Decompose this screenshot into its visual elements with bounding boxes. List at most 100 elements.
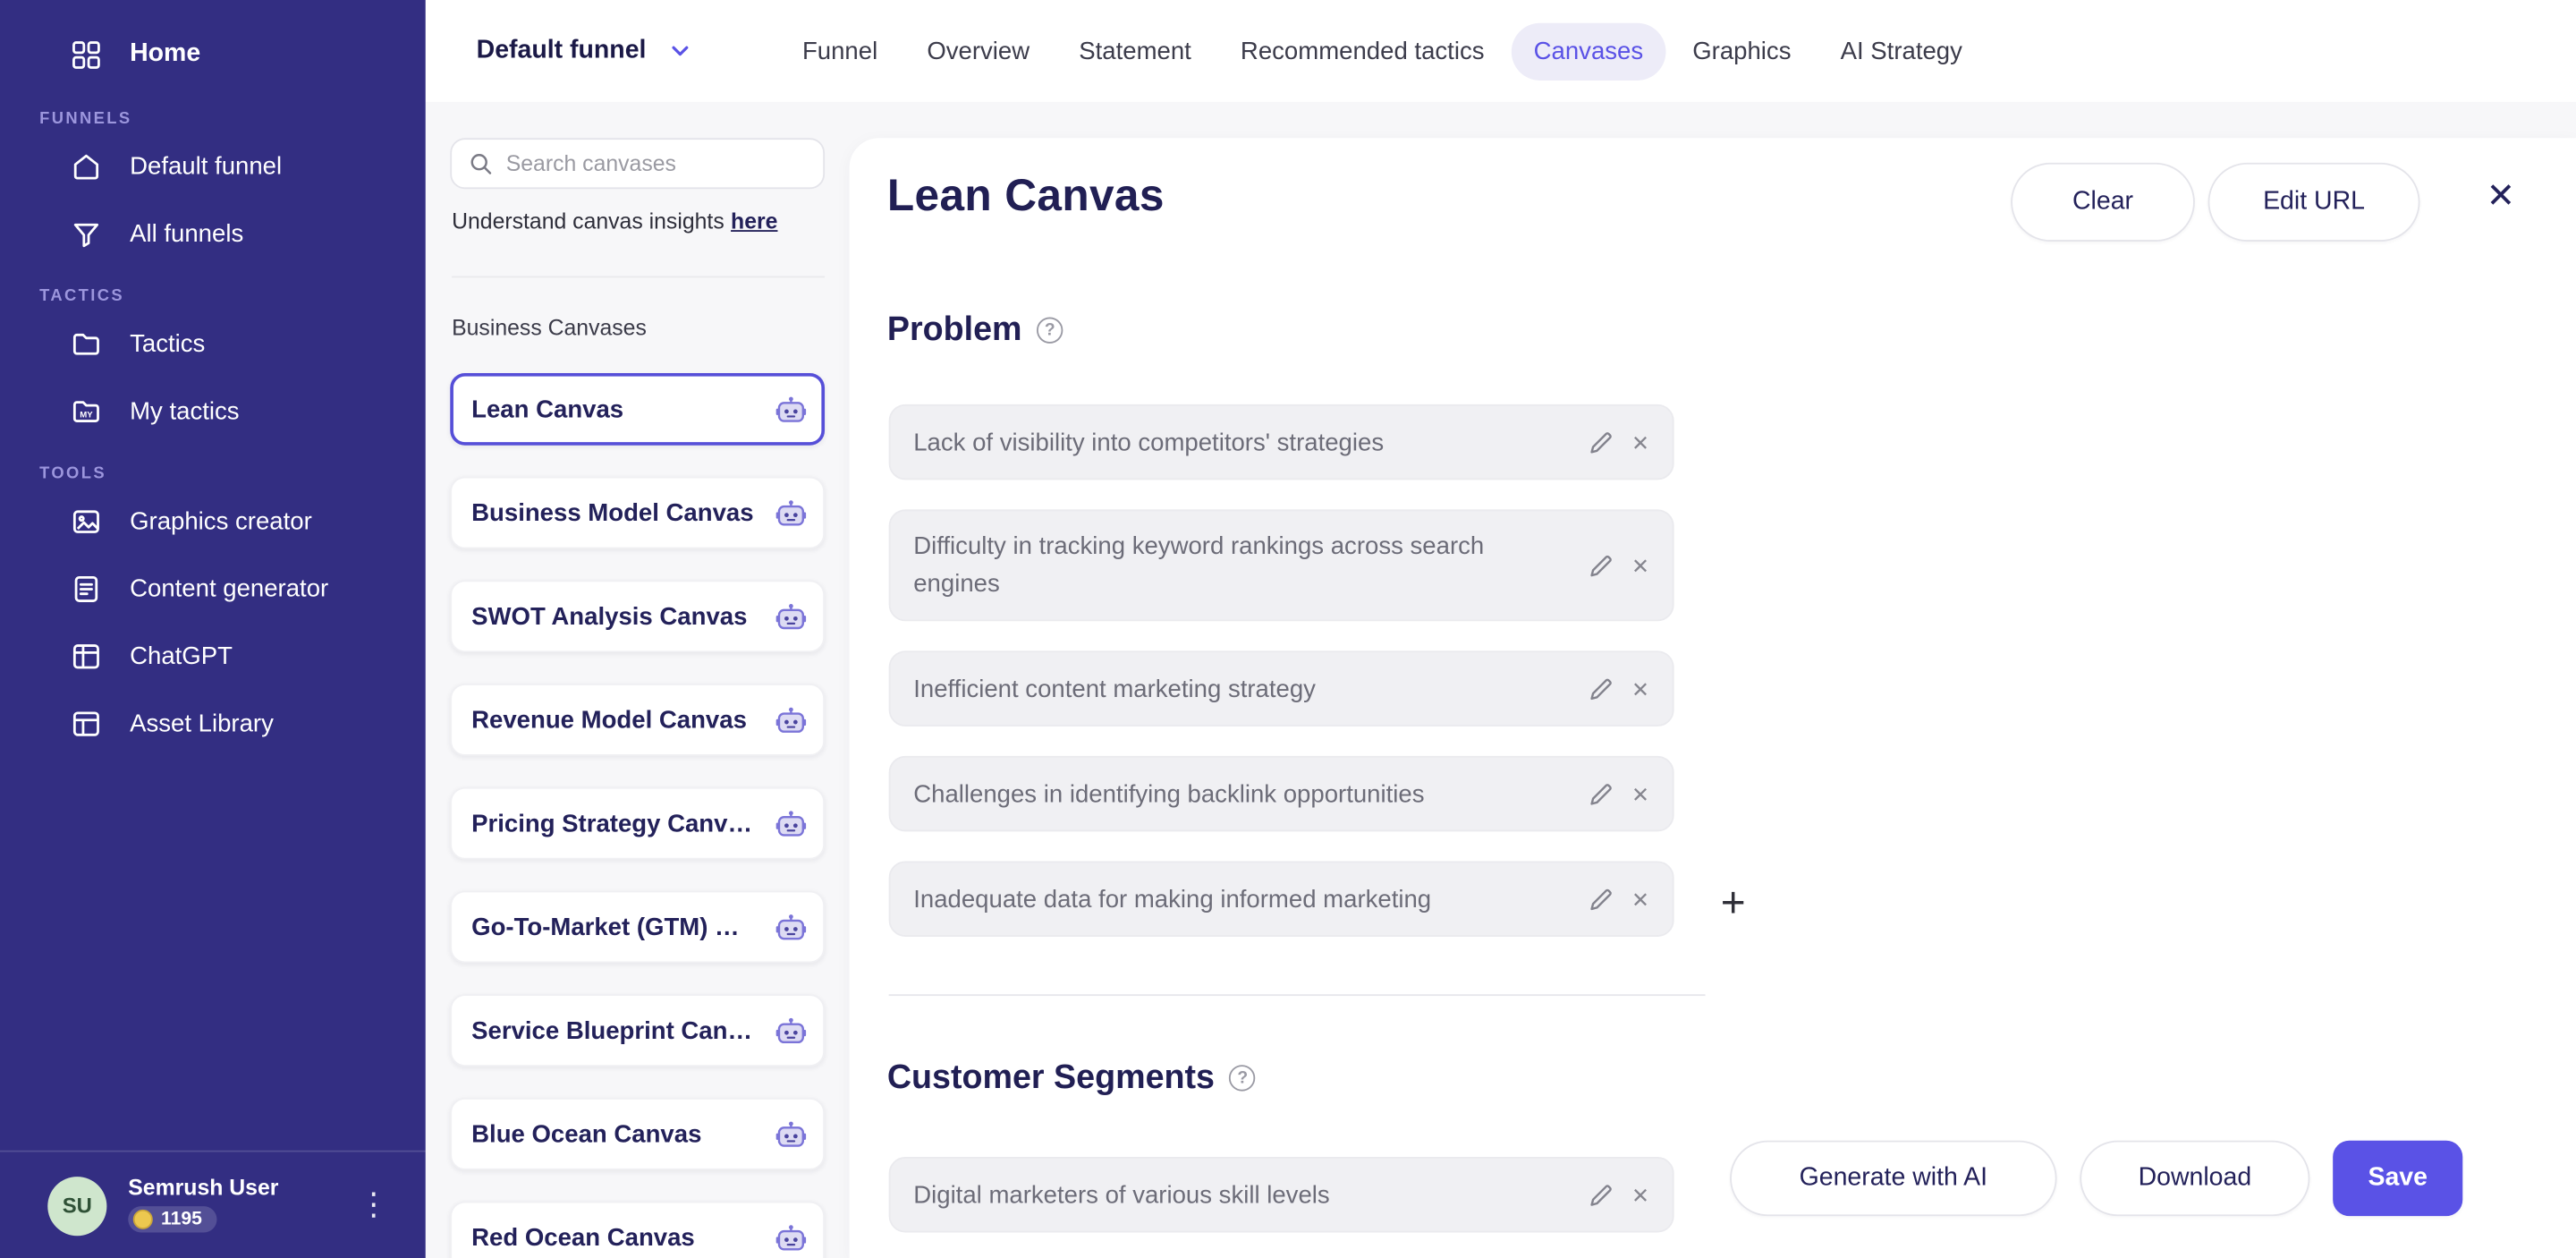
ai-robot-icon — [775, 706, 807, 734]
panel-actions: Generate with AI Download Save — [1730, 1140, 2463, 1217]
main-nav: Funnel Overview Statement Recommended ta… — [779, 21, 1986, 81]
canvas-entry-row: Challenges in identifying backlink oppor… — [888, 755, 1674, 832]
help-icon[interactable]: ? — [1229, 1065, 1256, 1092]
tab-recommended-tactics[interactable]: Recommended tactics — [1217, 22, 1507, 80]
more-options-icon[interactable]: ⋮ — [358, 1190, 389, 1221]
sidebar-item-home[interactable]: Home — [0, 18, 426, 90]
entry-text: Digital marketers of various skill level… — [913, 1180, 1330, 1209]
canvas-item-swot-analysis-canvas[interactable]: SWOT Analysis Canvas — [450, 580, 826, 653]
problem-items: Lack of visibility into competitors' str… — [888, 404, 1674, 966]
tab-canvases[interactable]: Canvases — [1510, 21, 1666, 81]
entry-text: Inadequate data for making informed mark… — [913, 885, 1432, 914]
sidebar-item-my-tactics[interactable]: MY My tactics — [0, 378, 426, 445]
insights-link[interactable]: here — [731, 208, 777, 234]
sidebar-item-content-generator[interactable]: Content generator — [0, 556, 426, 623]
remove-icon[interactable]: ✕ — [1631, 678, 1649, 700]
generate-with-ai-button[interactable]: Generate with AI — [1730, 1140, 2057, 1217]
remove-icon[interactable]: ✕ — [1631, 431, 1649, 453]
canvas-list: Lean Canvas Business Model Canvas SWOT A… — [450, 372, 826, 1258]
download-button[interactable]: Download — [2080, 1140, 2310, 1217]
canvas-item-label: SWOT Analysis Canvas — [471, 602, 748, 631]
sidebar-section-funnels: FUNNELS — [39, 110, 132, 129]
ai-robot-icon — [775, 1223, 807, 1251]
edit-url-button[interactable]: Edit URL — [2207, 162, 2420, 242]
sidebar-section-tools: TOOLS — [39, 464, 106, 483]
edit-pencil-icon[interactable] — [1589, 429, 1614, 455]
sidebar-item-tactics[interactable]: Tactics — [0, 310, 426, 378]
insights-text: Understand canvas insights — [452, 208, 724, 234]
remove-icon[interactable]: ✕ — [1631, 888, 1649, 910]
credits-badge[interactable]: 1195 — [128, 1205, 217, 1232]
search-canvases-box[interactable] — [450, 138, 826, 190]
canvas-item-go-to-market-canvas[interactable]: Go-To-Market (GTM) … — [450, 890, 826, 964]
ai-robot-icon — [775, 602, 807, 630]
ai-robot-icon — [775, 810, 807, 837]
canvas-item-label: Pricing Strategy Canv… — [471, 809, 753, 837]
canvas-item-blue-ocean-canvas[interactable]: Blue Ocean Canvas — [450, 1097, 826, 1170]
canvas-item-lean-canvas[interactable]: Lean Canvas — [450, 372, 826, 446]
remove-icon[interactable]: ✕ — [1631, 783, 1649, 804]
tab-overview[interactable]: Overview — [904, 22, 1053, 80]
panel-title: Lean Canvas — [886, 171, 1165, 221]
canvas-item-red-ocean-canvas[interactable]: Red Ocean Canvas — [450, 1201, 826, 1258]
search-icon — [468, 151, 493, 176]
tab-ai-strategy[interactable]: AI Strategy — [1818, 22, 1986, 80]
coin-icon — [132, 1208, 153, 1228]
canvas-item-label: Blue Ocean Canvas — [471, 1119, 702, 1148]
sidebar-item-chatgpt[interactable]: ChatGPT — [0, 623, 426, 690]
sidebar-item-default-funnel[interactable]: Default funnel — [0, 133, 426, 200]
edit-pencil-icon[interactable] — [1589, 887, 1614, 912]
tab-statement[interactable]: Statement — [1056, 22, 1215, 80]
ai-robot-icon — [775, 913, 807, 940]
tab-graphics[interactable]: Graphics — [1670, 22, 1815, 80]
save-button[interactable]: Save — [2333, 1140, 2463, 1217]
canvas-item-business-model-canvas[interactable]: Business Model Canvas — [450, 476, 826, 549]
canvas-item-label: Service Blueprint Can… — [471, 1016, 753, 1045]
add-item-button[interactable]: + — [1716, 880, 1751, 923]
help-icon[interactable]: ? — [1037, 317, 1063, 344]
canvas-item-label: Revenue Model Canvas — [471, 705, 747, 735]
close-icon[interactable]: ✕ — [2487, 179, 2515, 214]
clear-button[interactable]: Clear — [2011, 162, 2195, 242]
entry-text: Lack of visibility into competitors' str… — [913, 428, 1385, 456]
section-heading-customer-segments: Customer Segments ? — [887, 1058, 1256, 1098]
remove-icon[interactable]: ✕ — [1631, 555, 1649, 576]
home-icon — [69, 150, 102, 183]
canvas-item-service-blueprint-canvas[interactable]: Service Blueprint Can… — [450, 994, 826, 1067]
tab-funnel[interactable]: Funnel — [779, 22, 901, 80]
search-input[interactable] — [505, 150, 807, 176]
avatar[interactable]: SU — [47, 1176, 107, 1236]
ai-robot-icon — [775, 498, 807, 526]
remove-icon[interactable]: ✕ — [1631, 1184, 1649, 1205]
funnel-selector[interactable]: Default funnel — [477, 36, 694, 65]
sidebar: Home FUNNELS Default funnel All funnels … — [0, 0, 426, 1258]
user-info: Semrush User 1195 — [128, 1174, 278, 1237]
chevron-down-icon — [667, 38, 693, 64]
sidebar-item-asset-library[interactable]: Asset Library — [0, 690, 426, 757]
canvas-item-label: Lean Canvas — [471, 395, 624, 423]
insights-note: Understand canvas insights here — [452, 208, 777, 234]
ai-robot-icon — [775, 1016, 807, 1044]
document-icon — [69, 573, 102, 606]
section-divider — [888, 994, 1706, 997]
avatar-initials: SU — [62, 1193, 92, 1219]
sidebar-item-label: Asset Library — [130, 710, 274, 738]
grid-icon — [69, 38, 102, 71]
ai-robot-icon — [775, 395, 807, 423]
edit-pencil-icon[interactable] — [1589, 1183, 1614, 1208]
canvas-item-pricing-strategy-canvas[interactable]: Pricing Strategy Canv… — [450, 786, 826, 860]
ai-robot-icon — [775, 1120, 807, 1148]
sidebar-item-all-funnels[interactable]: All funnels — [0, 200, 426, 268]
library-icon — [69, 708, 102, 741]
edit-pencil-icon[interactable] — [1589, 676, 1614, 701]
edit-pencil-icon[interactable] — [1589, 781, 1614, 806]
edit-pencil-icon[interactable] — [1589, 553, 1614, 578]
sidebar-item-graphics-creator[interactable]: Graphics creator — [0, 489, 426, 556]
sidebar-item-label: Home — [130, 39, 201, 68]
section-heading-text: Customer Segments — [886, 1058, 1216, 1097]
sidebar-item-label: All funnels — [130, 220, 244, 249]
credits-count: 1195 — [161, 1208, 202, 1228]
topbar: Default funnel Funnel Overview Statement… — [425, 0, 2576, 102]
sidebar-item-label: Graphics creator — [130, 507, 312, 536]
canvas-item-revenue-model-canvas[interactable]: Revenue Model Canvas — [450, 684, 826, 756]
